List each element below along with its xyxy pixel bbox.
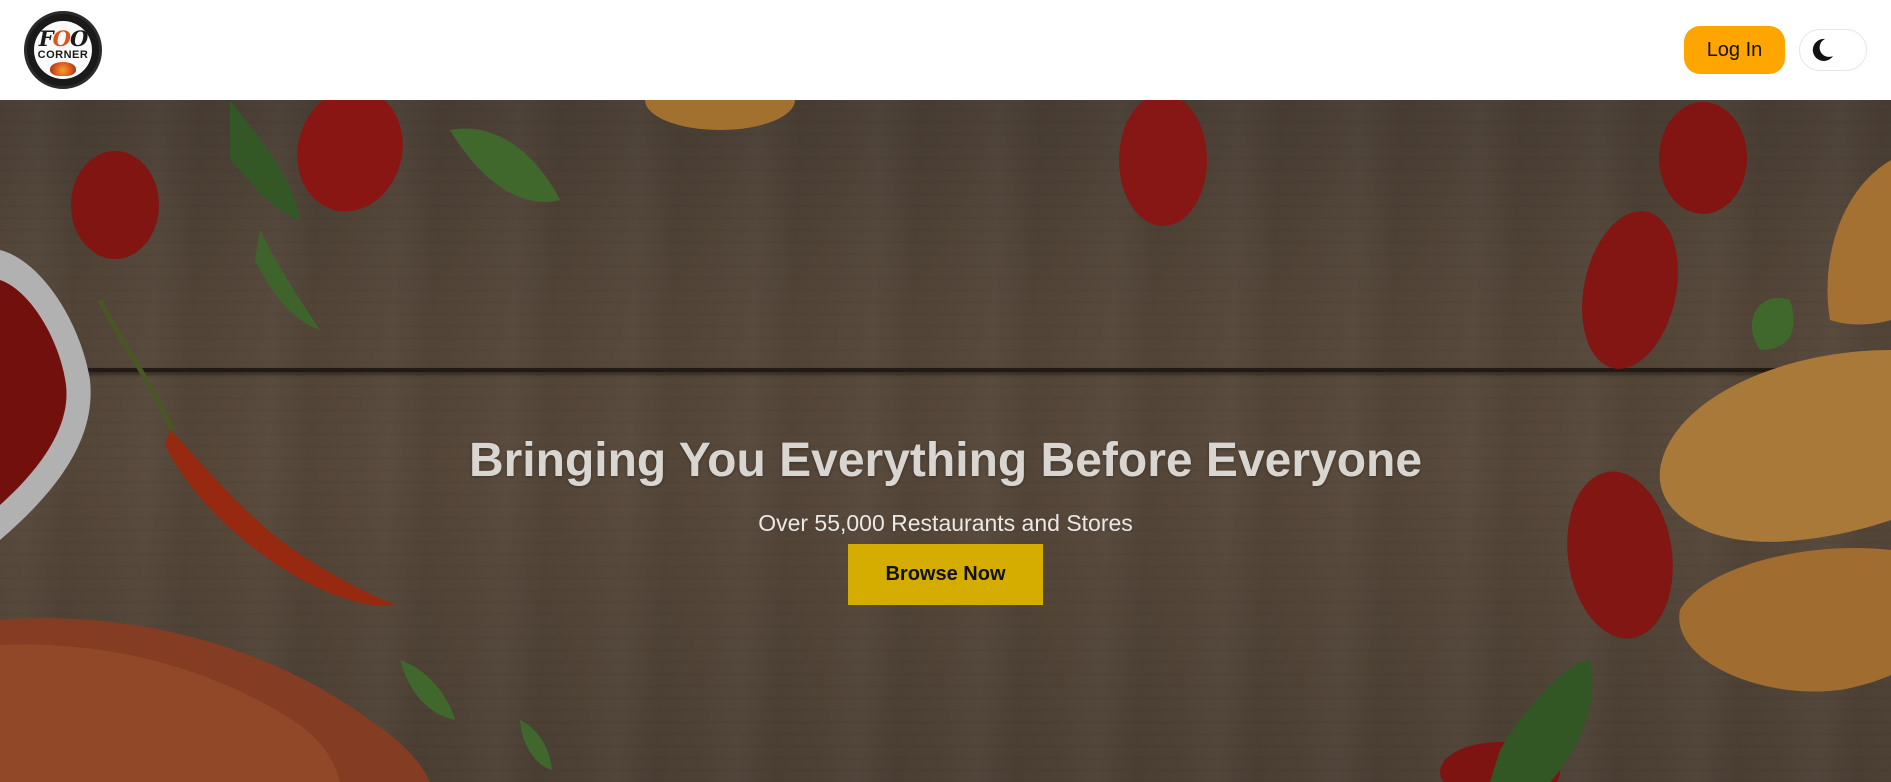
moon-icon (1808, 36, 1836, 64)
header-actions: Log In (1684, 26, 1867, 74)
login-button[interactable]: Log In (1684, 26, 1785, 74)
browse-now-button[interactable]: Browse Now (848, 544, 1043, 605)
hero-title: Bringing You Everything Before Everyone (468, 434, 1423, 487)
food-corner-logo[interactable]: FOO CORNER (24, 11, 102, 89)
hero-content: Bringing You Everything Before Everyone … (0, 100, 1891, 782)
logo-text-food: FOO (38, 25, 89, 51)
hero-subtitle: Over 55,000 Restaurants and Stores (758, 510, 1133, 536)
theme-toggle[interactable] (1799, 29, 1867, 71)
top-header: FOO CORNER Log In (0, 0, 1891, 100)
logo-text-corner: CORNER (35, 48, 91, 61)
hero-banner: Bringing You Everything Before Everyone … (0, 100, 1891, 782)
logo-flame-icon (50, 61, 76, 76)
